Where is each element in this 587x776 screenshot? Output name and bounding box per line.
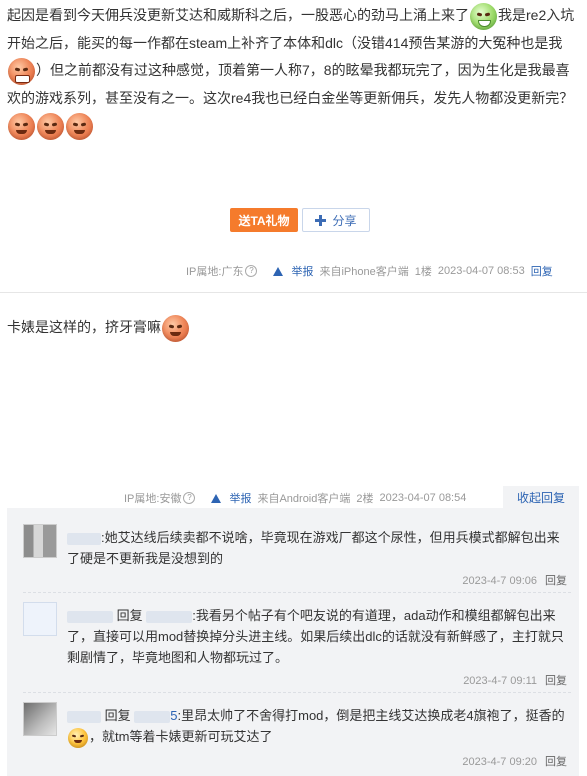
- plus-icon: [315, 214, 327, 226]
- username[interactable]: [67, 532, 101, 545]
- angry-face-emoji-icon: [37, 113, 64, 141]
- report-label: 举报: [229, 493, 252, 505]
- share-button[interactable]: 分享: [302, 208, 370, 232]
- username[interactable]: [67, 610, 113, 623]
- angry-face-emoji-icon: [162, 314, 189, 342]
- ip-location: IP属地:广东: [186, 266, 244, 278]
- avatar[interactable]: [23, 602, 57, 636]
- username[interactable]: [67, 710, 101, 723]
- reply-list: :她艾达线后续卖都不说啥，毕竟现在游戏厂都这个尿性，但用兵模式都解包出来了硬是不…: [7, 508, 579, 776]
- question-icon[interactable]: ?: [245, 265, 258, 277]
- smile-face-emoji-icon: [68, 727, 88, 748]
- avatar[interactable]: [23, 524, 57, 558]
- reply-content-tail: ，就tm等着卡婊更新可玩艾达了: [89, 729, 273, 744]
- reply-text: 回复 :我看另个帖子有个吧友说的有道理，ada动作和模组都解包出来了，直接可以用…: [67, 605, 567, 668]
- post2-text: 卡婊是这样的，挤牙膏嘛: [7, 319, 161, 335]
- reply-link[interactable]: 回复: [531, 263, 553, 279]
- reply-separator: [23, 692, 571, 693]
- angry-face-emoji-icon: [8, 113, 35, 141]
- ip-location: IP属地:安徽: [124, 493, 182, 505]
- sick-face-emoji-icon: [470, 2, 497, 30]
- reply-content: :她艾达线后续卖都不说啥，毕竟现在游戏厂都这个尿性，但用兵模式都解包出来了硬是不…: [67, 530, 560, 566]
- avatar[interactable]: [23, 702, 57, 736]
- post1-meta: IP属地:广东 ? 举报 来自iPhone客户端 1楼 2023-04-07 0…: [186, 263, 553, 279]
- reply-target-username[interactable]: [134, 710, 171, 723]
- reply-meta: 2023-4-7 09:06 回复: [462, 572, 567, 588]
- floor-number: 1楼: [414, 266, 432, 278]
- reply-meta: 2023-4-7 09:20 回复: [462, 753, 567, 769]
- post1-content: 起因是看到今天佣兵没更新艾达和威斯科之后，一股恶心的劲马上涌上来了 我是re2入坑…: [7, 2, 579, 141]
- reply-content: :里昂太帅了不舍得打mod，倒是把主线艾达换成老4旗袍了，挺香的: [177, 708, 565, 723]
- post-time: 2023-04-07 08:54: [379, 492, 467, 504]
- reply-time: 2023-4-7 09:20: [462, 756, 537, 768]
- warning-icon: [211, 493, 222, 503]
- reply-time: 2023-4-7 09:06: [462, 575, 537, 587]
- post2-meta: IP属地:安徽 ? 举报 来自Android客户端 2楼 2023-04-07 …: [124, 490, 466, 506]
- angry-face-emoji-icon: [66, 113, 93, 141]
- report-button[interactable]: 举报: [205, 490, 251, 506]
- report-label: 举报: [291, 266, 314, 278]
- reply-link[interactable]: 回复: [545, 575, 567, 587]
- reply-text: :她艾达线后续卖都不说啥，毕竟现在游戏厂都这个尿性，但用兵模式都解包出来了硬是不…: [67, 527, 567, 569]
- send-gift-button[interactable]: 送TA礼物: [230, 208, 298, 232]
- reply-word: 回复: [104, 708, 131, 723]
- grimace-face-emoji-icon: [8, 58, 35, 86]
- reply-text: 回复 5:里昂太帅了不舍得打mod，倒是把主线艾达换成老4旗袍了，挺香的 ，就tm…: [67, 705, 567, 748]
- reply-target-username[interactable]: [146, 610, 193, 623]
- reply-word: 回复: [116, 608, 143, 623]
- report-button[interactable]: 举报: [267, 263, 313, 279]
- post-time: 2023-04-07 08:53: [437, 265, 525, 277]
- post1-text-3: ）但之前都没有过这种感觉，顶着第一人称7，8的眩晕我都玩完了，因为生化是我最喜欢…: [7, 62, 574, 107]
- question-icon[interactable]: ?: [183, 492, 196, 504]
- post-divider: [0, 292, 587, 293]
- warning-icon: [273, 266, 284, 276]
- client-source: 来自iPhone客户端: [319, 266, 409, 278]
- collapse-replies-button[interactable]: 收起回复: [503, 486, 579, 508]
- floor-number: 2楼: [356, 493, 374, 505]
- reply-separator: [23, 592, 571, 593]
- reply-target-name-tail[interactable]: 5: [170, 708, 177, 723]
- client-source: 来自Android客户端: [257, 493, 351, 505]
- post1-text-1: 起因是看到今天佣兵没更新艾达和威斯科之后，一股恶心的劲马上涌上来了: [7, 7, 469, 23]
- share-label: 分享: [332, 213, 357, 228]
- reply-link[interactable]: 回复: [545, 756, 567, 768]
- post2-content: 卡婊是这样的，挤牙膏嘛: [7, 314, 579, 342]
- reply-link[interactable]: 回复: [545, 675, 567, 687]
- reply-meta: 2023-4-7 09:11 回复: [463, 672, 567, 688]
- reply-time: 2023-4-7 09:11: [463, 675, 537, 687]
